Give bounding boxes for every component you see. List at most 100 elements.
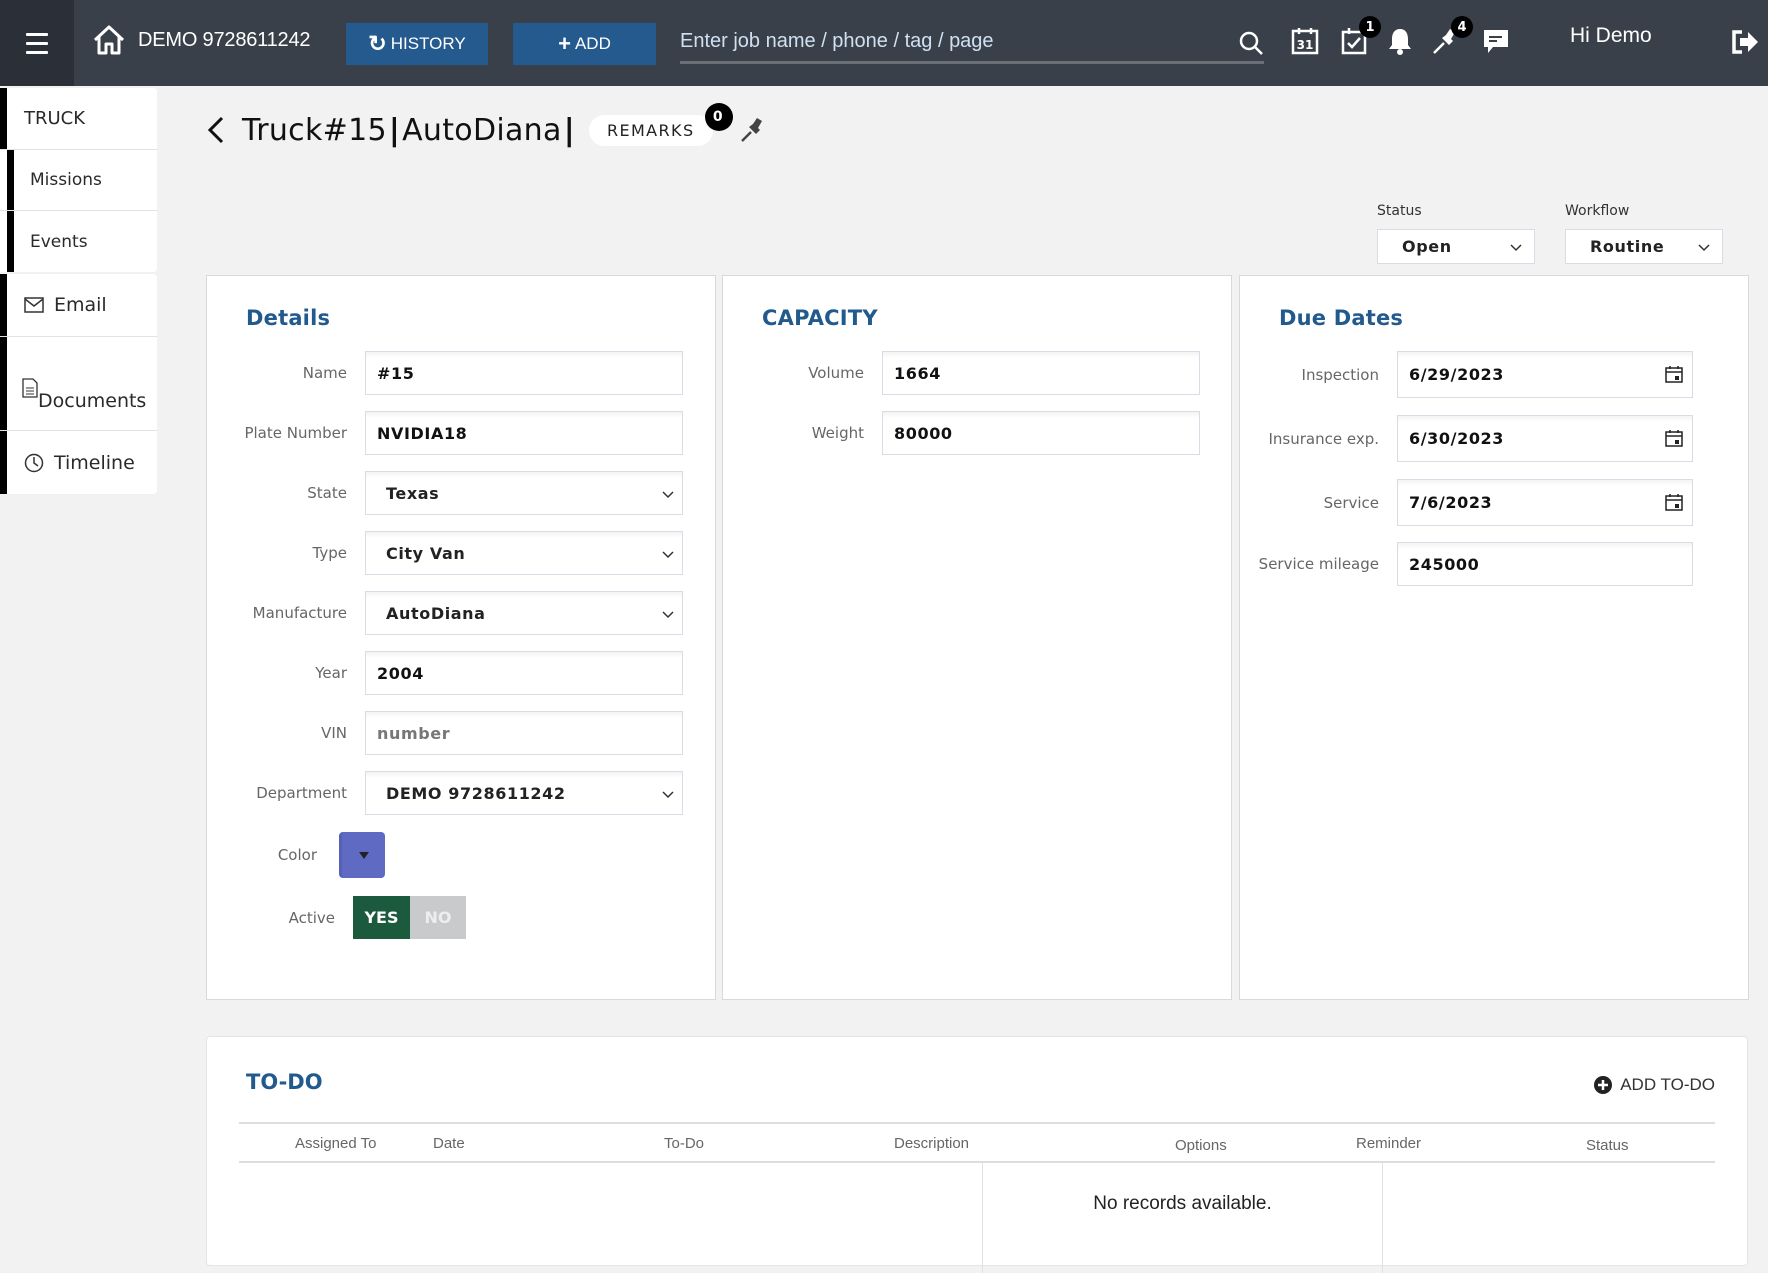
remarks-button[interactable]: REMARKS 0 <box>588 102 733 146</box>
weight-input[interactable] <box>894 423 1199 443</box>
insurance-date-field[interactable] <box>1397 415 1693 462</box>
plate-label: Plate Number <box>244 424 347 442</box>
workflow-select[interactable]: Routine <box>1565 229 1723 264</box>
sidebar-item-timeline[interactable]: Timeline <box>0 431 157 494</box>
type-value: City Van <box>386 543 466 563</box>
add-todo-button[interactable]: ADD TO-DO <box>1594 1075 1715 1095</box>
title-separator: | <box>388 112 401 148</box>
manufacture-row: Manufacture AutoDiana <box>207 591 683 635</box>
year-input[interactable] <box>377 663 682 683</box>
toggle-yes[interactable]: YES <box>353 896 410 939</box>
logout-icon[interactable] <box>1730 28 1760 56</box>
vin-input[interactable] <box>377 723 682 743</box>
sidebar-item-missions[interactable]: Missions <box>0 150 157 211</box>
state-select[interactable]: Texas <box>365 471 683 515</box>
sidebar-item-truck[interactable]: TRUCK <box>0 88 157 150</box>
sidebar-item-email[interactable]: Email <box>0 274 157 337</box>
pins-button[interactable]: 4 <box>1431 16 1473 56</box>
type-label: Type <box>312 544 347 562</box>
plate-field[interactable] <box>365 411 683 455</box>
user-greeting[interactable]: Hi Demo <box>1570 24 1652 48</box>
inspection-date-input[interactable] <box>1409 365 1692 384</box>
volume-field[interactable] <box>882 351 1200 395</box>
column-date[interactable]: Date <box>433 1135 465 1152</box>
column-assigned-to[interactable]: Assigned To <box>295 1135 376 1152</box>
page-header: Truck#15|AutoDiana| REMARKS 0 <box>204 102 767 148</box>
plate-input[interactable] <box>377 423 682 443</box>
calendar-icon[interactable] <box>1664 428 1684 448</box>
weight-field[interactable] <box>882 411 1200 455</box>
toggle-no[interactable]: NO <box>410 896 466 939</box>
history-label: HISTORY <box>390 34 466 53</box>
column-description[interactable]: Description <box>894 1135 969 1152</box>
document-icon <box>22 378 38 398</box>
details-title: Details <box>246 306 331 330</box>
chevron-down-icon <box>662 611 674 619</box>
service-date-field[interactable] <box>1397 479 1693 526</box>
column-options[interactable]: Options <box>1175 1137 1227 1154</box>
name-input[interactable] <box>377 363 682 383</box>
year-field[interactable] <box>365 651 683 695</box>
chat-icon[interactable] <box>1481 26 1511 56</box>
name-field[interactable] <box>365 351 683 395</box>
manufacture-select[interactable]: AutoDiana <box>365 591 683 635</box>
column-status[interactable]: Status <box>1586 1137 1629 1154</box>
service-date-input[interactable] <box>1409 493 1692 512</box>
weight-label: Weight <box>811 424 864 442</box>
inspection-label: Inspection <box>1301 365 1379 384</box>
inspection-row: Inspection <box>1240 351 1693 398</box>
sidebar-item-documents[interactable]: Documents <box>0 337 157 431</box>
add-button[interactable]: + ADD <box>513 23 656 65</box>
add-label: ADD <box>574 34 611 53</box>
vin-field[interactable] <box>365 711 683 755</box>
tasks-button[interactable]: 1 <box>1339 16 1381 56</box>
capacity-title: CAPACITY <box>762 306 878 330</box>
vin-label: VIN <box>321 724 347 742</box>
hamburger-icon <box>26 30 48 57</box>
due-dates-title: Due Dates <box>1279 306 1404 330</box>
insurance-row: Insurance exp. <box>1240 415 1693 462</box>
status-group: Status Open <box>1377 203 1535 264</box>
indicator <box>7 150 14 210</box>
department-select[interactable]: DEMO 9728611242 <box>365 771 683 815</box>
sidebar-item-label: TRUCK <box>24 108 86 129</box>
calendar-icon[interactable] <box>1664 492 1684 512</box>
column-reminder[interactable]: Reminder <box>1356 1135 1421 1152</box>
workflow-value: Routine <box>1590 237 1665 256</box>
sidebar-item-events[interactable]: Events <box>0 211 157 272</box>
back-arrow-icon[interactable] <box>204 112 228 148</box>
color-picker-button[interactable] <box>339 832 385 878</box>
type-row: Type City Van <box>207 531 683 575</box>
mileage-label: Service mileage <box>1258 555 1379 573</box>
bell-icon[interactable] <box>1385 26 1415 56</box>
mileage-input[interactable] <box>1409 554 1692 574</box>
name-row: Name <box>207 351 683 395</box>
search-icon[interactable] <box>1238 30 1264 56</box>
empty-state-text: No records available. <box>1093 1193 1272 1214</box>
vin-row: VIN <box>207 711 683 755</box>
sidebar: TRUCK Missions Events Email Documents Ti… <box>0 88 157 496</box>
status-select[interactable]: Open <box>1377 229 1535 264</box>
svg-text:31: 31 <box>1297 38 1314 52</box>
active-toggle[interactable]: YES NO <box>353 896 466 939</box>
year-row: Year <box>207 651 683 695</box>
chevron-down-icon <box>662 491 674 499</box>
color-label: Color <box>277 846 317 864</box>
mileage-field[interactable] <box>1397 542 1693 586</box>
chevron-down-icon <box>662 551 674 559</box>
title-make: AutoDiana <box>402 112 562 148</box>
home-link[interactable]: DEMO 9728611242 <box>92 24 311 56</box>
calendar-icon[interactable]: 31 <box>1290 26 1320 56</box>
history-button[interactable]: ↻ HISTORY <box>346 23 488 65</box>
type-select[interactable]: City Van <box>365 531 683 575</box>
volume-input[interactable] <box>894 363 1199 383</box>
due-dates-card: Due Dates Inspection Insurance exp. Serv… <box>1239 275 1749 1000</box>
calendar-icon[interactable] <box>1664 364 1684 384</box>
pin-icon[interactable] <box>739 116 767 144</box>
insurance-date-input[interactable] <box>1409 429 1692 448</box>
column-todo[interactable]: To-Do <box>664 1135 704 1152</box>
remarks-label: REMARKS <box>606 120 695 140</box>
inspection-date-field[interactable] <box>1397 351 1693 398</box>
search-input[interactable] <box>680 22 1220 60</box>
hamburger-menu-button[interactable] <box>0 0 74 86</box>
